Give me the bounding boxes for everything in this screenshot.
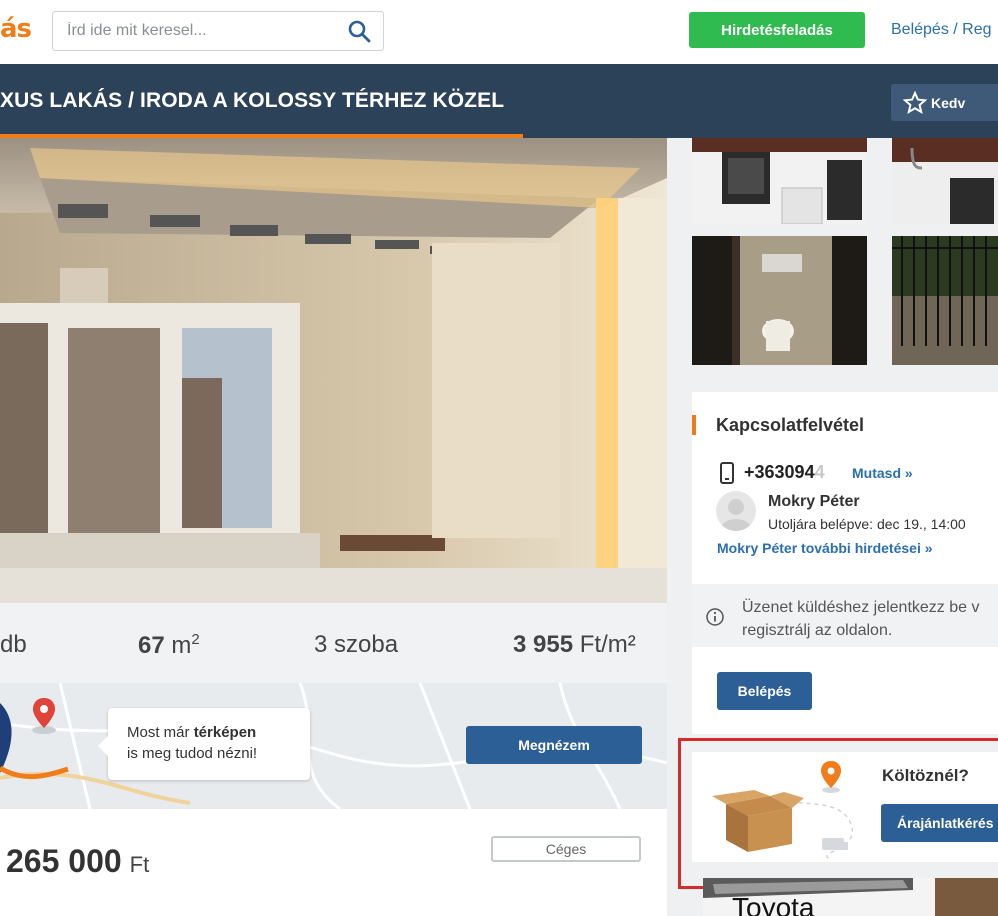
post-ad-button[interactable]: Hirdetésfeladás — [689, 12, 865, 48]
search-box — [52, 11, 384, 51]
phone-icon — [720, 462, 734, 484]
map-promo-line2: is meg tudod nézni! — [127, 745, 258, 762]
star-icon — [903, 91, 927, 115]
listing-title: XUS LAKÁS / IRODA A KOLOSSY TÉRHEZ KÖZEL — [0, 89, 505, 112]
login-button-area: Belépés — [692, 647, 998, 734]
rooms-stat: 3 szoba — [314, 631, 399, 658]
last-login: Utoljára belépve: dec 19., 14:00 — [768, 516, 966, 532]
advertisement-banner[interactable]: Toyota — [703, 878, 998, 916]
map-promo-bold: térképen — [193, 724, 257, 741]
info-icon — [706, 608, 724, 626]
map-promo-strip: Most már térképen is meg tudod nézni! Me… — [0, 683, 667, 809]
phone-visible: +363094 — [744, 462, 815, 482]
moving-box-illustration — [712, 790, 853, 861]
notice-line1: Üzenet küldéshez jelentkezz be v — [742, 599, 980, 616]
contact-accent-bar — [692, 415, 696, 435]
seller-name: Mokry Péter — [768, 493, 860, 510]
view-map-button[interactable]: Megnézem — [466, 726, 642, 764]
price-section: 265 000 Ft Céges — [0, 809, 667, 916]
user-icon — [721, 499, 751, 531]
room-photo-image — [0, 138, 667, 603]
thumbnail-kitchen-1[interactable] — [692, 138, 867, 224]
thumbnail-bathroom[interactable] — [692, 236, 867, 365]
phone-number: +3630944 — [744, 462, 825, 483]
favorite-label: Kedv — [931, 94, 966, 111]
location-pin-icon — [821, 761, 841, 793]
map-pin-icon — [32, 698, 56, 734]
area-stat: 67 m2 — [138, 631, 200, 660]
phone-masked: 4 — [814, 462, 825, 482]
main-listing-photo[interactable] — [0, 138, 667, 603]
thumbnail-kitchen-2-image — [892, 138, 998, 224]
listing-title-bar: XUS LAKÁS / IRODA A KOLOSSY TÉRHEZ KÖZEL… — [0, 64, 998, 138]
moving-promo-highlight: Költöznél? Árajánlatkérés — [678, 738, 998, 889]
area-value: 67 — [138, 632, 165, 659]
price-per-sqm-unit: Ft/m² — [579, 631, 636, 658]
price-currency: Ft — [129, 852, 150, 877]
price-per-sqm-stat: 3 955 Ft/m² — [513, 631, 636, 659]
login-button[interactable]: Belépés — [717, 672, 812, 710]
company-badge: Céges — [491, 836, 641, 862]
map-promo-prefix: Most már — [127, 724, 194, 741]
thumbnail-kitchen-1-image — [692, 138, 867, 224]
notice-text: Üzenet küldéshez jelentkezz be v regiszt… — [742, 596, 979, 642]
top-bar: ás Hirdetésfeladás Belépés / Reg — [0, 0, 998, 64]
login-register-link[interactable]: Belépés / Reg — [891, 21, 992, 39]
price-subline-cropped — [0, 909, 200, 916]
moving-title: Költöznél? — [882, 766, 969, 785]
contact-title: Kapcsolatfelvétel — [716, 415, 865, 435]
area-unit: m — [171, 632, 192, 659]
request-quote-button[interactable]: Árajánlatkérés — [881, 804, 998, 842]
thumbnail-bathroom-image — [692, 236, 867, 365]
show-phone-link[interactable]: Mutasd » — [852, 465, 913, 481]
area-unit-sup: 2 — [191, 631, 200, 648]
more-ads-link[interactable]: Mokry Péter további hirdetései » — [717, 540, 933, 556]
avatar — [716, 491, 756, 531]
map-promo-bubble: Most már térképen is meg tudod nézni! — [98, 708, 310, 780]
thumbnail-balcony[interactable] — [892, 236, 998, 365]
favorite-button[interactable]: Kedv — [891, 84, 998, 121]
thumbnail-kitchen-2[interactable] — [892, 138, 998, 224]
search-icon[interactable] — [347, 19, 371, 43]
room-count-fragment: db — [0, 631, 27, 658]
notice-line2: regisztrálj az oldalon. — [742, 622, 893, 639]
ad-text: Toyota — [732, 892, 815, 916]
moving-promo-card: Költöznél? Árajánlatkérés — [692, 752, 998, 862]
thumbnail-balcony-image — [892, 236, 998, 365]
login-notice: Üzenet küldéshez jelentkezz be v regiszt… — [692, 584, 998, 734]
price-per-sqm-value: 3 955 — [513, 631, 574, 658]
search-input[interactable] — [53, 12, 333, 50]
site-logo[interactable]: ás — [0, 14, 32, 44]
contact-card: Kapcsolatfelvétel +3630944 Mutasd » Mokr… — [692, 392, 998, 584]
price: 265 000 Ft — [6, 843, 149, 880]
property-stats: db 67 m2 3 szoba 3 955 Ft/m² — [0, 603, 667, 683]
price-amount: 265 000 — [6, 843, 122, 879]
